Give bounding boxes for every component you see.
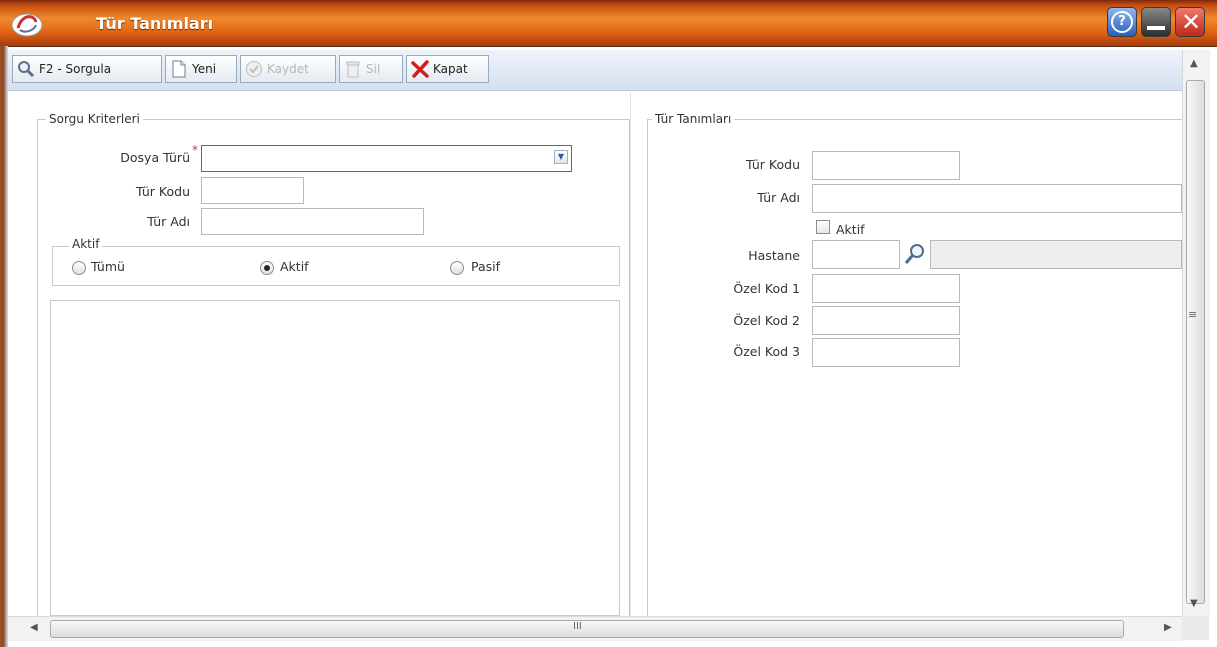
save-check-icon (246, 61, 262, 77)
close-window-button[interactable]: ✕ (1175, 7, 1205, 37)
radio-aktif[interactable] (260, 261, 274, 275)
minimize-button[interactable] (1141, 7, 1171, 37)
hastane-name-input (930, 240, 1182, 269)
panel-divider (630, 90, 631, 616)
scroll-corner (1182, 616, 1209, 640)
toolbar: F2 - Sorgula Yeni Kaydet Sil Kapat (8, 50, 1182, 91)
scroll-up-icon[interactable]: ▲ (1190, 58, 1198, 69)
radio-tumu[interactable] (72, 261, 86, 275)
scroll-right-icon[interactable]: ▶ (1164, 622, 1172, 633)
close-button-label: Kapat (433, 62, 468, 76)
vertical-scroll-thumb[interactable] (1186, 80, 1205, 604)
horizontal-scrollbar[interactable]: ◀ III ▶ (8, 616, 1182, 641)
new-button[interactable]: Yeni (165, 55, 237, 83)
horizontal-scroll-thumb[interactable] (50, 620, 1124, 638)
tur-adi-input[interactable] (812, 184, 1182, 213)
results-list[interactable] (50, 300, 620, 616)
ozel-kod-1-input[interactable] (812, 274, 960, 303)
aktif-checkbox[interactable] (816, 220, 830, 234)
trash-icon (346, 61, 360, 78)
radio-pasif-label: Pasif (471, 259, 501, 274)
title-bar: Tür Tanımları ? ✕ (0, 0, 1217, 47)
radio-aktif-label: Aktif (280, 259, 309, 274)
ozel-kod-1-label: Özel Kod 1 (733, 281, 800, 296)
help-button[interactable]: ? (1107, 7, 1137, 37)
dosya-turu-select[interactable]: ▼ (201, 145, 572, 172)
save-button[interactable]: Kaydet (240, 55, 336, 83)
delete-button[interactable]: Sil (339, 55, 403, 83)
scroll-down-icon[interactable]: ▼ (1190, 598, 1198, 609)
criteria-tur-adi-input[interactable] (201, 208, 424, 235)
close-button[interactable]: Kapat (406, 55, 489, 83)
criteria-tur-kodu-label: Tür Kodu (135, 184, 190, 199)
tur-kodu-input[interactable] (812, 151, 960, 180)
tur-kodu-label: Tür Kodu (745, 157, 800, 172)
aktif-checkbox-label: Aktif (836, 222, 865, 237)
close-icon: ✕ (1180, 8, 1202, 36)
aktif-fieldset (52, 246, 620, 286)
close-red-x-icon (411, 60, 429, 78)
delete-button-label: Sil (366, 62, 381, 76)
hastane-label: Hastane (748, 248, 800, 263)
required-marker: * (192, 143, 198, 157)
tur-adi-label: Tür Adı (757, 190, 800, 205)
new-document-icon (172, 60, 186, 78)
minimize-icon (1147, 26, 1165, 30)
app-logo-icon (11, 13, 43, 37)
ozel-kod-3-input[interactable] (812, 338, 960, 367)
help-icon: ? (1111, 11, 1133, 33)
chevron-down-icon[interactable]: ▼ (554, 150, 568, 164)
aktif-legend: Aktif (69, 237, 103, 251)
search-icon (18, 61, 35, 78)
vertical-scrollbar[interactable]: ▲ ≡ ▼ (1182, 50, 1210, 616)
query-criteria-legend: Sorgu Kriterleri (46, 112, 143, 126)
hastane-code-input[interactable] (812, 240, 900, 269)
radio-tumu-label: Tümü (91, 259, 125, 274)
type-details-legend: Tür Tanımları (652, 112, 735, 126)
criteria-tur-adi-label: Tür Adı (147, 214, 190, 229)
new-button-label: Yeni (192, 62, 217, 76)
lookup-search-icon[interactable] (904, 243, 926, 265)
vertical-grip-icon: ≡ (1188, 308, 1198, 321)
dosya-turu-label: Dosya Türü (120, 150, 190, 165)
save-button-label: Kaydet (267, 62, 309, 76)
query-button-label: F2 - Sorgula (39, 62, 112, 76)
ozel-kod-2-input[interactable] (812, 306, 960, 335)
window-title: Tür Tanımları (96, 14, 214, 33)
horizontal-grip-icon: III (573, 621, 582, 632)
ozel-kod-3-label: Özel Kod 3 (733, 344, 800, 359)
query-button[interactable]: F2 - Sorgula (12, 55, 162, 83)
radio-pasif[interactable] (450, 261, 464, 275)
window-frame-left (0, 46, 8, 647)
ozel-kod-2-label: Özel Kod 2 (733, 313, 800, 328)
scroll-left-icon[interactable]: ◀ (30, 622, 38, 633)
criteria-tur-kodu-input[interactable] (201, 177, 304, 204)
